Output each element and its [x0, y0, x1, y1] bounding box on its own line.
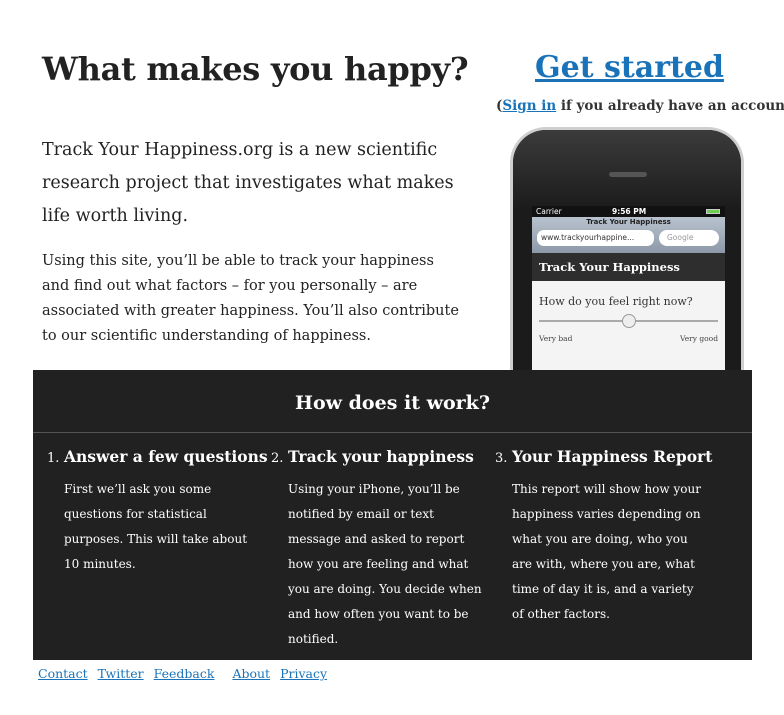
slider-low-label: Very bad: [539, 334, 573, 343]
phone-status-bar: Carrier 9:56 PM: [532, 206, 725, 217]
step-number: 3.: [495, 451, 508, 466]
get-started-link[interactable]: Get started: [535, 50, 724, 85]
intro-paragraph: Track Your Happiness.org is a new scient…: [42, 140, 454, 226]
mood-slider: [539, 314, 718, 328]
signin-suffix: if you already have an account): [556, 98, 784, 114]
step-number: 1.: [47, 451, 60, 466]
footer-link-contact[interactable]: Contact: [38, 666, 88, 681]
clock-label: 9:56 PM: [612, 207, 647, 216]
search-field: Google: [659, 230, 719, 246]
how-it-works-title: How does it work?: [295, 392, 490, 414]
battery-icon: [706, 209, 720, 214]
step-description: First we’ll ask you some questions for s…: [64, 482, 248, 571]
footer-link-about[interactable]: About: [232, 666, 270, 681]
slider-high-label: Very good: [679, 334, 718, 343]
page-headline: What makes you happy?: [42, 50, 469, 88]
iphone-illustration: Carrier 9:56 PM Track Your Happiness www…: [510, 127, 744, 387]
step-title: Your Happiness Report: [512, 447, 713, 466]
phone-screen: Carrier 9:56 PM Track Your Happiness www…: [532, 206, 725, 387]
footer-nav: Contact Twitter Feedback About Privacy: [38, 666, 333, 681]
footer-link-privacy[interactable]: Privacy: [280, 666, 327, 681]
signin-line: (Sign in if you already have an account): [496, 98, 784, 114]
mobile-browser-bar: Track Your Happiness www.trackyourhappin…: [532, 217, 725, 253]
app-body: How do you feel right now? Very bad Very…: [532, 281, 725, 343]
sign-in-link[interactable]: Sign in: [502, 98, 556, 114]
step-description: Using your iPhone, you’ll be notified by…: [288, 482, 482, 646]
step-title: Answer a few questions: [64, 447, 268, 466]
body-paragraph: Using this site, you’ll be able to track…: [42, 253, 459, 344]
mood-question: How do you feel right now?: [539, 295, 693, 308]
slider-labels: Very bad Very good: [539, 328, 718, 343]
step-number: 2.: [271, 451, 284, 466]
step-description: This report will show how your happiness…: [512, 482, 701, 621]
footer-link-feedback[interactable]: Feedback: [154, 666, 215, 681]
url-field: www.trackyourhappine...: [537, 230, 654, 246]
phone-gloss: [513, 130, 741, 210]
app-title: Track Your Happiness: [532, 253, 725, 281]
how-it-works-panel: How does it work? 1. Answer a few questi…: [33, 370, 752, 660]
phone-speaker: [609, 172, 647, 177]
step-title: Track your happiness: [288, 447, 474, 466]
carrier-label: Carrier: [536, 207, 562, 216]
footer-link-twitter[interactable]: Twitter: [98, 666, 144, 681]
divider: [33, 432, 752, 433]
browser-title: Track Your Happiness: [586, 218, 671, 226]
slider-thumb: [621, 314, 636, 328]
